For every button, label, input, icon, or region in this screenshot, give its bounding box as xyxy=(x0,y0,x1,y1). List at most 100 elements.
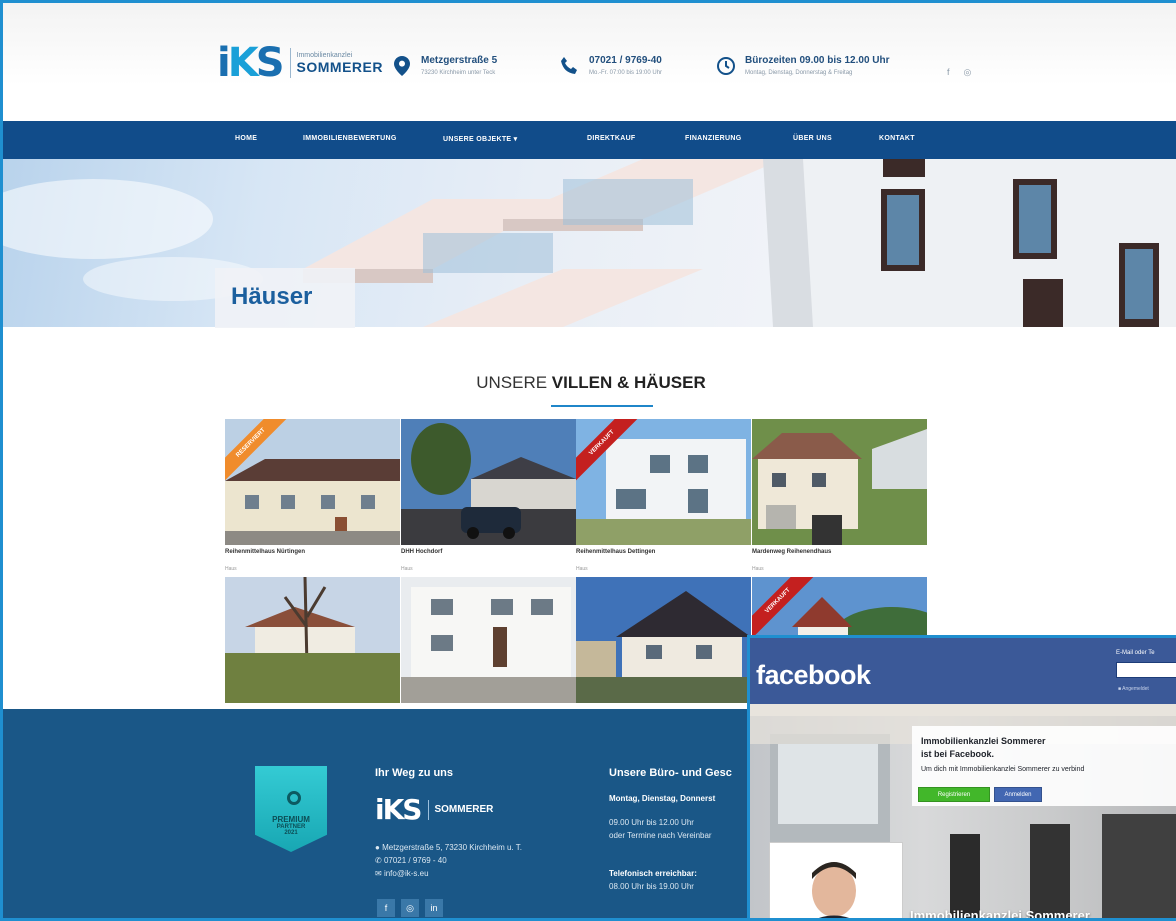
caret-down-icon: ▾ xyxy=(513,136,518,143)
map-pin-icon: ● xyxy=(375,843,380,852)
hours-line2: Montag, Dienstag, Donnerstag & Freitag xyxy=(745,70,853,76)
footer-facebook-icon[interactable]: f xyxy=(377,899,395,917)
facebook-email-input[interactable] xyxy=(1116,662,1176,678)
property-photo xyxy=(576,577,751,703)
property-photo xyxy=(401,577,576,703)
property-card[interactable] xyxy=(225,577,400,703)
footer-email[interactable]: ✉ info@ik-s.eu xyxy=(375,869,429,878)
footer-linkedin-icon[interactable]: in xyxy=(425,899,443,917)
property-title[interactable]: Reihenmittelhaus Dettingen xyxy=(576,549,655,555)
property-card[interactable]: VERKAUFT xyxy=(752,577,927,635)
header-hours: Bürozeiten 09.00 bis 12.00 Uhr Montag, D… xyxy=(715,55,890,77)
facebook-remember-label: Angemeldet xyxy=(1122,686,1149,692)
nav-valuation[interactable]: IMMOBILIENBEWERTUNG xyxy=(303,135,397,142)
section-title-pre: UNSERE xyxy=(476,373,552,392)
facebook-page-name-line1: Immobilienkanzlei Sommerer xyxy=(921,736,1046,746)
facebook-page-name-line2: ist bei Facebook. xyxy=(921,749,995,759)
facebook-remember[interactable]: ■ Angemeldet xyxy=(1118,686,1149,692)
footer-logo-divider xyxy=(428,799,430,820)
site-logo[interactable]: iKS Immobilienkanzlei SOMMERER xyxy=(217,43,383,83)
footer-phone-hours: 08.00 Uhr bis 19.00 Uhr xyxy=(609,882,694,891)
page-title: Häuser xyxy=(231,283,313,310)
property-type: Haus xyxy=(752,566,764,572)
footer-logo-mark-icon: iKS xyxy=(375,793,422,826)
phone-icon xyxy=(559,55,581,77)
page-frame: iKS Immobilienkanzlei SOMMERER Metzgerst… xyxy=(0,0,1176,921)
property-type: Haus xyxy=(401,566,413,572)
section-title: UNSERE VILLEN & HÄUSER xyxy=(3,373,1176,393)
badge-text: PREMIUM PARTNER 2021 xyxy=(257,815,325,836)
footer-days-text: Montag, Dienstag, Donnerst xyxy=(609,794,716,803)
property-type: Haus xyxy=(576,566,588,572)
section-title-bold: VILLEN & HÄUSER xyxy=(551,373,706,392)
property-title[interactable]: Reihenmittelhaus Nürtingen xyxy=(225,549,305,555)
site-header: iKS Immobilienkanzlei SOMMERER Metzgerst… xyxy=(3,3,1176,121)
nav-direct[interactable]: DIREKTKAUF xyxy=(587,135,636,142)
header-social: f ◎ xyxy=(947,67,971,78)
footer-hours2: oder Termine nach Vereinbar xyxy=(609,831,712,840)
address-line1: Metzgerstraße 5 xyxy=(421,55,498,66)
footer-hours1: 09.00 Uhr bis 12.00 Uhr xyxy=(609,818,694,827)
footer-phone-text: 07021 / 9769 - 40 xyxy=(383,856,447,865)
footer-phone-label-text: Telefonisch erreichbar: xyxy=(609,869,697,878)
footer-phone-label: Telefonisch erreichbar: xyxy=(609,869,697,878)
nav-finance[interactable]: FINANZIERUNG xyxy=(685,135,742,142)
main-nav: HOME IMMOBILIENBEWERTUNG UNSERE OBJEKTE … xyxy=(3,121,1176,159)
property-title[interactable]: Mardenweg Reihenendhaus xyxy=(752,549,831,555)
facebook-register-button[interactable]: Registrieren xyxy=(918,787,990,802)
footer-days: Montag, Dienstag, Donnerst xyxy=(609,794,715,803)
facebook-message: Um dich mit Immobilienkanzlei Sommerer z… xyxy=(921,766,1085,773)
map-pin-icon xyxy=(391,55,413,77)
property-card[interactable]: Mardenweg Reihenendhaus Haus xyxy=(752,419,927,575)
property-photo xyxy=(225,577,400,703)
hero-building-image xyxy=(3,159,1176,327)
property-photo xyxy=(401,419,576,545)
premium-partner-badge xyxy=(255,766,327,852)
property-photo xyxy=(752,419,927,545)
badge-line3: 2021 xyxy=(284,830,298,836)
logo-text: Immobilienkanzlei SOMMERER xyxy=(297,52,383,75)
phone-line1: 07021 / 9769-40 xyxy=(589,55,662,66)
property-card[interactable]: VERKAUFT Reihenmittelhaus Dettingen Haus xyxy=(576,419,751,575)
facebook-profile-avatar[interactable] xyxy=(769,842,903,918)
nav-objects-label: UNSERE OBJEKTE xyxy=(443,136,512,143)
footer-instagram-icon[interactable]: ◎ xyxy=(401,899,419,917)
hours-line1: Bürozeiten 09.00 bis 12.00 Uhr xyxy=(745,55,890,66)
logo-mark-icon: iKS xyxy=(217,40,285,86)
property-card[interactable] xyxy=(401,577,576,703)
address-line2: 73230 Kirchheim unter Teck xyxy=(421,70,496,76)
footer-email-text: info@ik-s.eu xyxy=(383,869,429,878)
property-card[interactable]: RESERVIERT Reihenmittelhaus Nürtingen Ha… xyxy=(225,419,400,575)
property-type: Haus xyxy=(225,566,237,572)
property-card[interactable] xyxy=(576,577,751,703)
property-card[interactable]: DHH Hochdorf Haus xyxy=(401,419,576,575)
badge-line1: PREMIUM xyxy=(272,815,310,824)
facebook-login-button[interactable]: Anmelden xyxy=(994,787,1042,802)
nav-about[interactable]: ÜBER UNS xyxy=(793,135,832,142)
facebook-logo[interactable]: facebook xyxy=(756,660,871,691)
facebook-page-embed: facebook E-Mail oder Te ■ Angemeldet Imm… xyxy=(747,635,1176,921)
facebook-page-title: Immobilienkanzlei Sommerer xyxy=(910,908,1090,921)
facebook-email-label: E-Mail oder Te xyxy=(1116,650,1155,656)
footer-logo[interactable]: iKS SOMMERER xyxy=(375,793,493,826)
logo-divider xyxy=(289,48,291,78)
section-underline xyxy=(551,405,653,407)
header-address: Metzgerstraße 5 73230 Kirchheim unter Te… xyxy=(391,55,497,77)
nav-contact[interactable]: KONTAKT xyxy=(879,135,915,142)
header-phone[interactable]: 07021 / 9769-40 Mo.-Fr. 07:00 bis 19:00 … xyxy=(559,55,662,77)
facebook-icon[interactable]: f xyxy=(947,67,950,78)
footer-hours-heading: Unsere Büro- und Gesc xyxy=(609,767,732,779)
logo-tagline: Immobilienkanzlei xyxy=(296,51,353,59)
nav-home[interactable]: HOME xyxy=(235,135,257,142)
footer-address-text: Metzgerstraße 5, 73230 Kirchheim u. T. xyxy=(382,843,522,852)
facebook-page-name: Immobilienkanzlei Sommerer ist bei Facebo… xyxy=(921,735,1046,761)
hero-banner xyxy=(3,159,1176,327)
badge-emblem-icon xyxy=(287,791,301,805)
property-title[interactable]: DHH Hochdorf xyxy=(401,549,442,555)
logo-name: SOMMERER xyxy=(296,58,383,75)
footer-address: ● Metzgerstraße 5, 73230 Kirchheim u. T. xyxy=(375,843,522,852)
instagram-icon[interactable]: ◎ xyxy=(964,67,972,78)
footer-logo-name: SOMMERER xyxy=(434,804,494,815)
nav-objects[interactable]: UNSERE OBJEKTE ▾ xyxy=(443,135,517,143)
footer-phone[interactable]: ✆ 07021 / 9769 - 40 xyxy=(375,856,447,865)
